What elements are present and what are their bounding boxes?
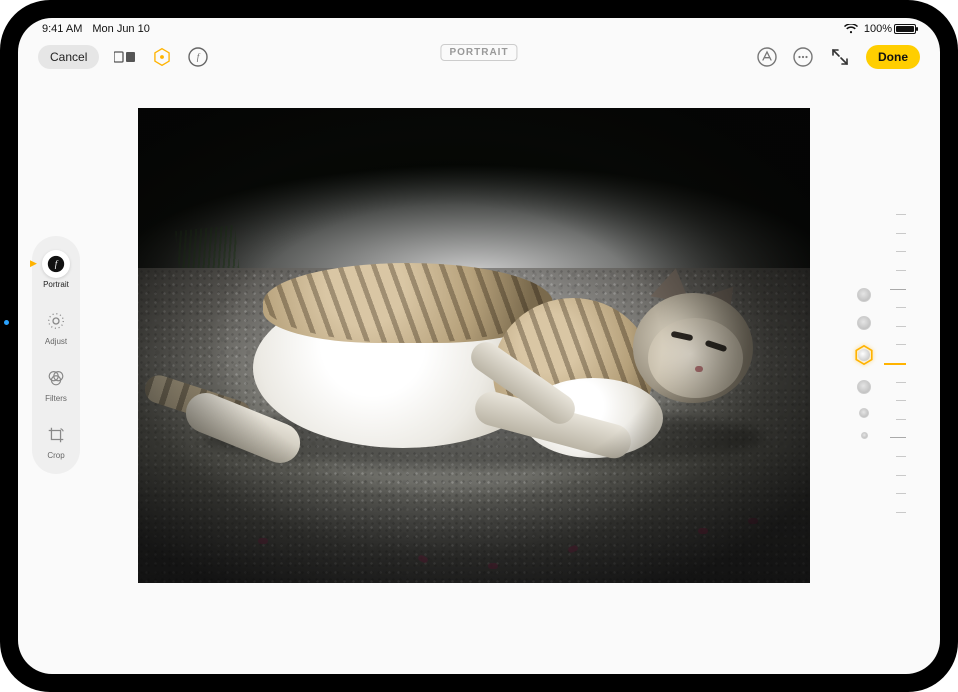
- status-date: Mon Jun 10: [92, 23, 149, 35]
- tool-label: Adjust: [45, 337, 67, 346]
- portrait-lighting-rail: [850, 208, 910, 518]
- tool-portrait[interactable]: ▶ f Portrait: [36, 246, 76, 293]
- photo-subject-cat: [193, 258, 753, 478]
- intensity-ruler[interactable]: [884, 208, 908, 518]
- aperture-icon: f: [42, 250, 70, 278]
- done-button[interactable]: Done: [866, 45, 920, 69]
- lighting-option[interactable]: [857, 316, 871, 330]
- markup-icon[interactable]: [756, 46, 778, 68]
- ruler-center-indicator: [884, 363, 906, 365]
- edit-mode-rail: ▶ f Portrait Adjust Filters: [32, 236, 80, 474]
- crop-rotate-icon: [42, 421, 70, 449]
- bezel-indicator-dot: [4, 320, 9, 325]
- battery-indicator: 100%: [864, 23, 916, 35]
- tool-adjust[interactable]: Adjust: [36, 303, 76, 350]
- cancel-button[interactable]: Cancel: [38, 45, 99, 69]
- lighting-option[interactable]: [857, 288, 871, 302]
- portrait-mode-badge: PORTRAIT: [440, 44, 517, 61]
- screen: 9:41 AM Mon Jun 10 100% Cancel: [18, 18, 940, 674]
- tool-filters[interactable]: Filters: [36, 360, 76, 407]
- tool-crop[interactable]: Crop: [36, 417, 76, 464]
- more-icon[interactable]: [792, 46, 814, 68]
- aperture-icon[interactable]: f: [187, 46, 209, 68]
- tool-label: Filters: [45, 394, 67, 403]
- ipad-device-frame: 9:41 AM Mon Jun 10 100% Cancel: [0, 0, 958, 692]
- tool-label: Crop: [47, 451, 64, 460]
- status-bar: 9:41 AM Mon Jun 10 100%: [18, 18, 940, 40]
- lighting-selected-hex-icon[interactable]: [853, 344, 875, 366]
- photo-canvas[interactable]: [138, 108, 810, 583]
- wifi-icon: [844, 24, 858, 34]
- svg-text:f: f: [197, 52, 201, 62]
- lighting-option[interactable]: [857, 380, 871, 394]
- adjust-dial-icon: [42, 307, 70, 335]
- lighting-effects-column[interactable]: [850, 208, 878, 518]
- depth-hex-icon[interactable]: [151, 46, 173, 68]
- photo-content: [138, 108, 810, 583]
- live-photo-toggle[interactable]: [113, 45, 137, 69]
- fullscreen-icon[interactable]: [828, 45, 852, 69]
- status-time: 9:41 AM: [42, 23, 82, 35]
- battery-percent-label: 100%: [864, 23, 892, 35]
- lighting-option[interactable]: [859, 408, 869, 418]
- tool-label: Portrait: [43, 280, 69, 289]
- filters-overlap-icon: [42, 364, 70, 392]
- lighting-option[interactable]: [861, 432, 868, 439]
